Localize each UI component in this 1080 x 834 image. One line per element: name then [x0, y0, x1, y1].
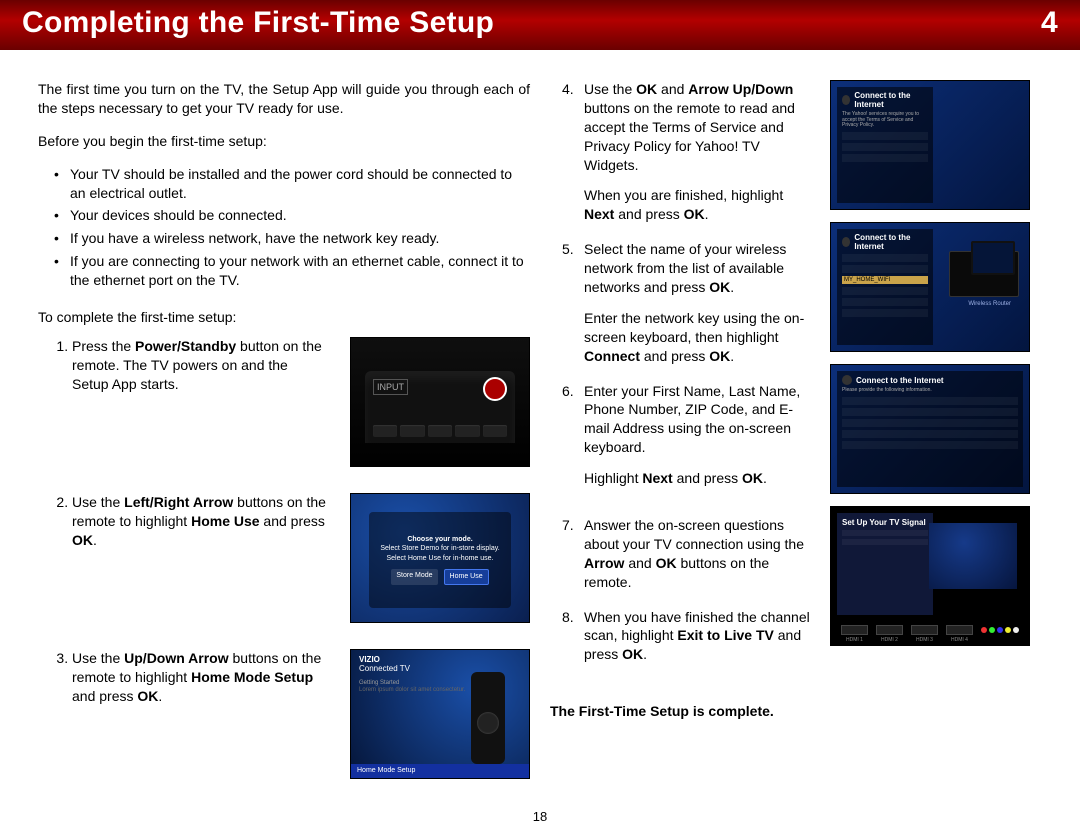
thumb-connect-terms: Connect to the Internet The Yahoo! servi… [830, 80, 1030, 210]
bullet-item: If you are connecting to your network wi… [70, 252, 530, 290]
step-8: When you have finished the channel scan,… [584, 608, 810, 665]
left-column: The first time you turn on the TV, the S… [38, 80, 530, 805]
thumb-tv-signal: Set Up Your TV Signal [830, 506, 1030, 646]
step-5: Select the name of your wireless network… [584, 240, 810, 365]
page-number: 18 [0, 809, 1080, 824]
header-title: Completing the First-Time Setup [22, 6, 494, 40]
store-mode-button: Store Mode [391, 569, 437, 584]
step-6: Enter your First Name, Last Name, Phone … [584, 382, 810, 488]
page-content: The first time you turn on the TV, the S… [0, 50, 1080, 815]
component-ports-icon [981, 627, 1019, 633]
steps-left: Press the Power/Standby button on the re… [38, 337, 530, 805]
tv-icon [971, 241, 1015, 275]
bullet-item: Your TV should be installed and the powe… [70, 165, 530, 203]
thumb-select-network: Connect to the Internet MY_HOME_WIFI Wir… [830, 222, 1030, 352]
hdmi-port-icon [946, 625, 973, 635]
to-complete-heading: To complete the first-time setup: [38, 308, 530, 327]
before-bullets: Your TV should be installed and the powe… [38, 161, 530, 294]
remote-mini-icon [471, 672, 505, 764]
thumb-remote: INPUT [350, 337, 530, 467]
setup-complete-text: The First-Time Setup is complete. [550, 702, 810, 721]
step-1: Press the Power/Standby button on the re… [72, 337, 530, 467]
power-icon [483, 377, 507, 401]
bullet-item: Your devices should be connected. [70, 206, 530, 225]
thumb-enter-info: Connect to the Internet Please provide t… [830, 364, 1030, 494]
home-use-button: Home Use [444, 569, 489, 584]
bullet-item: If you have a wireless network, have the… [70, 229, 530, 248]
hdmi-port-icon [911, 625, 938, 635]
thumb-getting-started: VIZIOConnected TV Getting StartedLorem i… [350, 649, 530, 779]
thumb-choose-mode: Choose your mode. Select Store Demo for … [350, 493, 530, 623]
before-heading: Before you begin the first-time setup: [38, 132, 530, 151]
right-column: Connect to the Internet The Yahoo! servi… [830, 80, 1042, 805]
middle-column: Use the OK and Arrow Up/Down buttons on … [550, 80, 810, 805]
intro-paragraph: The first time you turn on the TV, the S… [38, 80, 530, 118]
step-4: Use the OK and Arrow Up/Down buttons on … [584, 80, 810, 224]
hdmi-port-icon [841, 625, 868, 635]
steps-right: Use the OK and Arrow Up/Down buttons on … [550, 80, 810, 680]
step-2: Use the Left/Right Arrow buttons on the … [72, 493, 530, 623]
chapter-number: 4 [1041, 6, 1058, 40]
page-header: Completing the First-Time Setup 4 [0, 0, 1080, 50]
input-label-icon: INPUT [373, 379, 408, 395]
hdmi-port-icon [876, 625, 903, 635]
step-7: Answer the on-screen questions about you… [584, 516, 810, 592]
step-3: Use the Up/Down Arrow buttons on the rem… [72, 649, 530, 779]
